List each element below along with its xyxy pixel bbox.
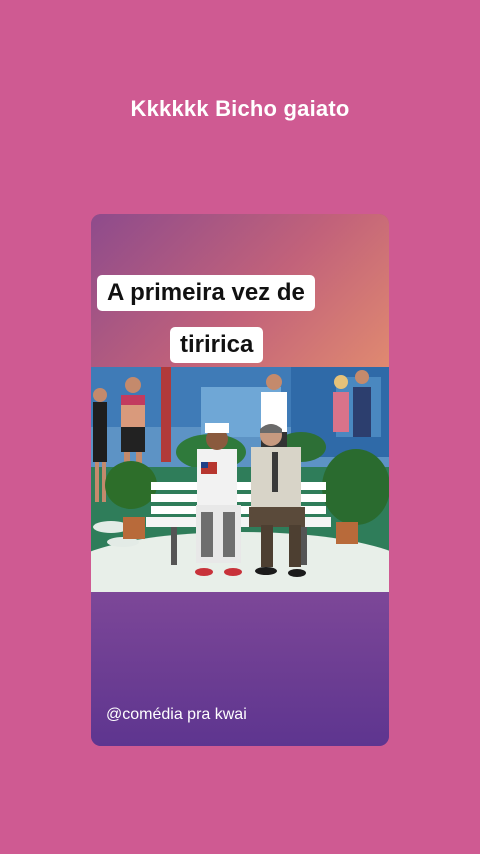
tv-studio-scene <box>91 367 389 592</box>
story-caption: Kkkkkk Bicho gaiato <box>130 96 350 121</box>
overlay-text-line-2: tiririca <box>170 327 264 363</box>
author-handle[interactable]: @comédia pra kwai <box>106 706 247 724</box>
video-frame[interactable] <box>91 367 389 592</box>
overlay-text-line-1: A primeira vez de <box>97 275 315 311</box>
post-card[interactable]: A primeira vez de tiririca <box>91 214 389 746</box>
